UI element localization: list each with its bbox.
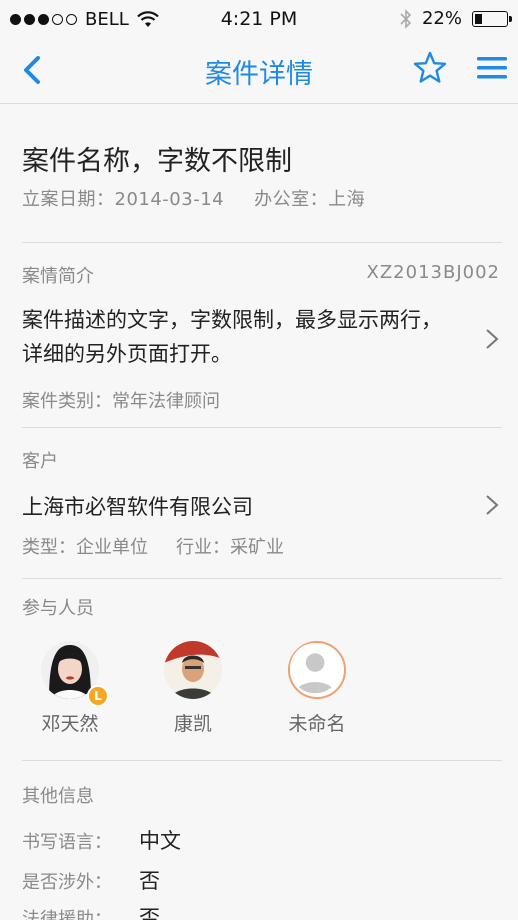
client-industry: 行业：采矿业 [176, 537, 284, 558]
info-row-foreign: 是否涉外： 否 [22, 865, 160, 895]
case-category: 案件类别：常年法律顾问 [22, 391, 220, 412]
section-label-participants: 参与人员 [22, 598, 94, 619]
navigation-bar: 案件详情 [0, 40, 518, 104]
info-label: 书写语言： [22, 832, 112, 853]
chevron-right-icon [486, 495, 499, 515]
participant-item[interactable]: L 邓天然 [20, 641, 120, 736]
section-label-other-info: 其他信息 [22, 786, 94, 807]
case-number: XZ2013BJ002 [366, 262, 500, 283]
case-title: 案件名称，字数不限制 [22, 146, 292, 177]
participant-name: 未命名 [288, 713, 346, 735]
info-label: 是否涉外： [22, 872, 112, 893]
bluetooth-icon [400, 8, 412, 29]
filing-date: 立案日期：2014-03-14 [22, 189, 225, 210]
avatar [288, 641, 346, 699]
menu-button[interactable] [476, 54, 508, 82]
avatar [164, 641, 222, 699]
divider [22, 242, 502, 243]
male-portrait-avatar [164, 641, 222, 699]
divider [22, 578, 502, 579]
participant-item[interactable]: 康凯 [143, 641, 243, 736]
battery-icon [472, 10, 512, 27]
client-meta: 类型：企业单位 行业：采矿业 [22, 533, 284, 559]
status-right: 22% [400, 8, 512, 29]
info-label: 法律援助： [22, 909, 112, 920]
battery-fill [475, 13, 482, 24]
section-label-client: 客户 [22, 451, 58, 472]
case-detail-screen: BELL 4:21 PM 22% 案件详情 案件名称，字数不限制 立案日期：20… [0, 0, 518, 920]
client-type: 类型：企业单位 [22, 537, 148, 558]
default-person-icon [290, 643, 341, 694]
info-value: 中文 [139, 829, 181, 853]
favorite-star-button[interactable] [412, 50, 448, 86]
section-label-summary: 案情简介 [22, 266, 94, 287]
case-meta: 立案日期：2014-03-14 办公室：上海 [22, 185, 365, 211]
info-row-language: 书写语言： 中文 [22, 825, 181, 855]
info-row-legal-aid: 法律援助： 否 [22, 902, 160, 920]
avatar: L [41, 641, 109, 707]
participant-name: 邓天然 [41, 713, 99, 735]
info-value: 否 [139, 906, 160, 920]
battery-percent: 22% [421, 8, 462, 29]
divider [22, 427, 502, 428]
client-name: 上海市必智软件有限公司 [22, 495, 253, 519]
case-description: 案件描述的文字，字数限制，最多显示两行，详细的另外页面打开。 [22, 308, 442, 366]
participant-item[interactable]: 未命名 [267, 641, 367, 736]
info-value: 否 [139, 869, 160, 893]
office: 办公室：上海 [254, 189, 366, 210]
divider [22, 760, 502, 761]
participant-name: 康凯 [173, 713, 212, 735]
leader-badge: L [87, 685, 109, 707]
status-bar: BELL 4:21 PM 22% [0, 0, 518, 40]
chevron-right-icon [486, 329, 499, 349]
